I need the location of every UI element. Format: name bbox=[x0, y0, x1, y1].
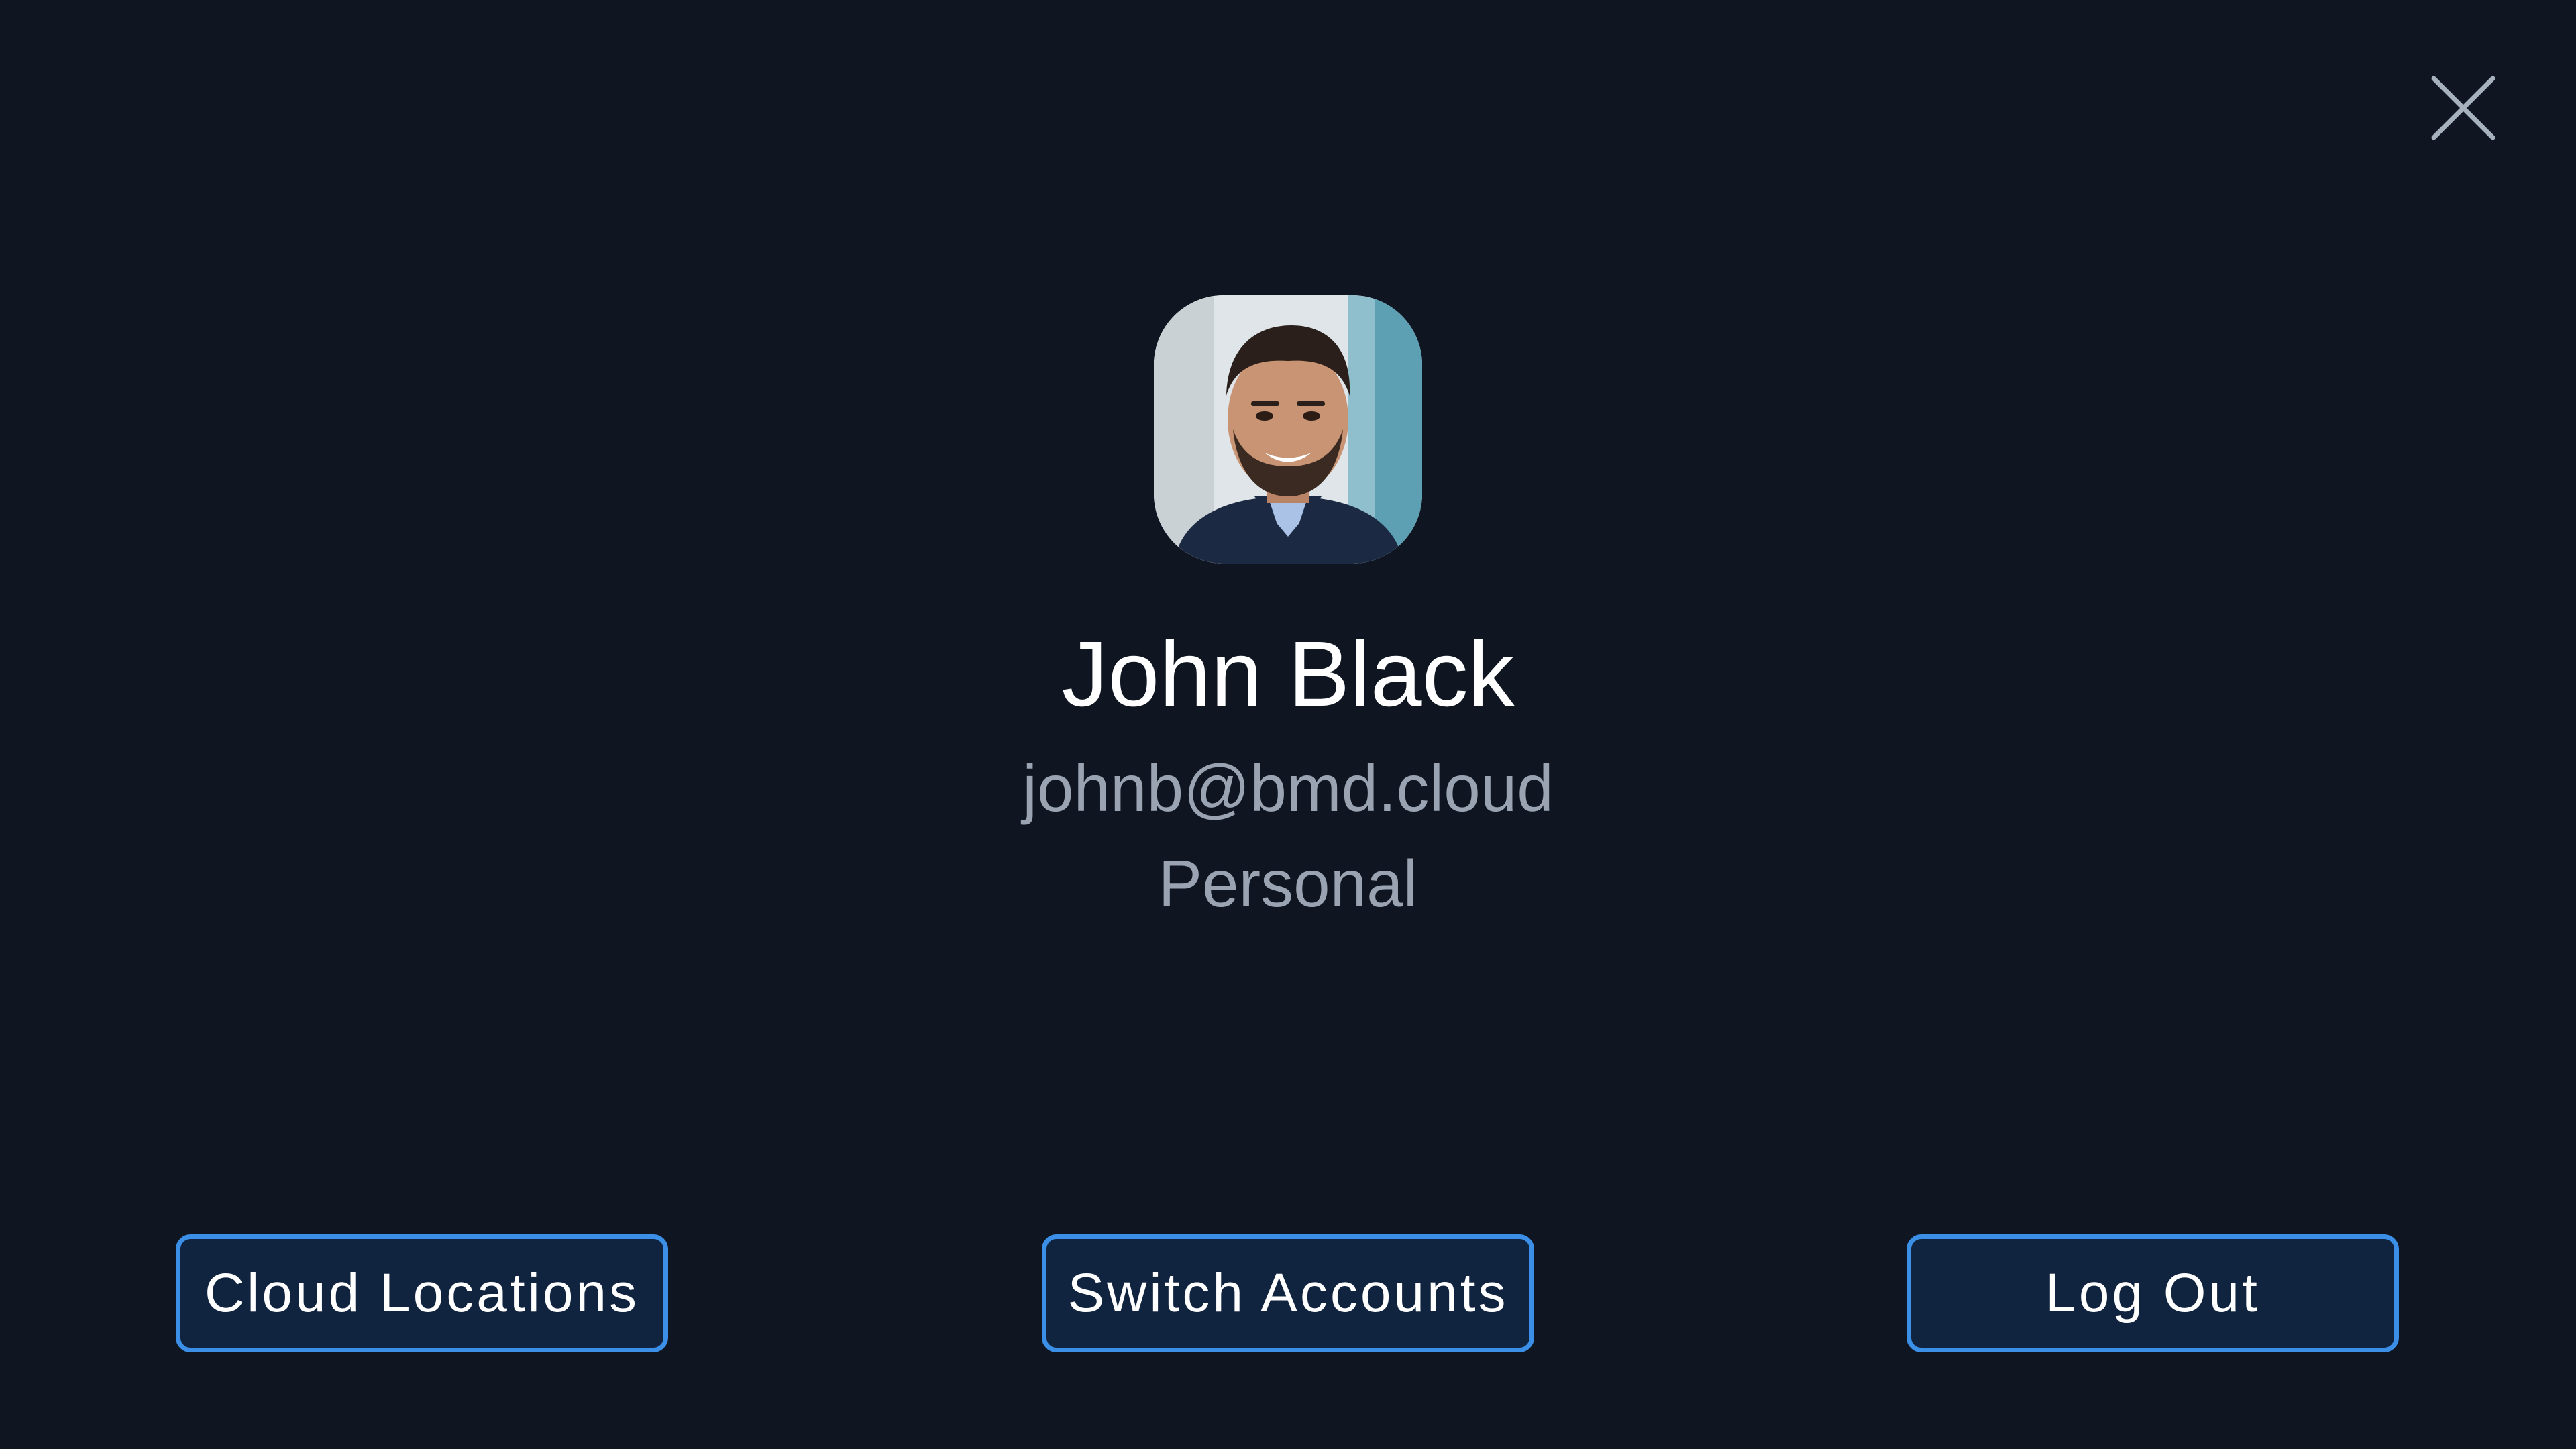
account-type: Personal bbox=[1158, 847, 1418, 920]
avatar bbox=[1154, 295, 1422, 564]
account-screen: John Black johnb@bmd.cloud Personal Clou… bbox=[0, 0, 2576, 1449]
user-photo bbox=[1154, 295, 1422, 564]
user-email: johnb@bmd.cloud bbox=[1022, 751, 1554, 825]
close-icon[interactable] bbox=[2424, 69, 2502, 147]
user-name: John Black bbox=[1061, 623, 1515, 726]
log-out-button[interactable]: Log Out bbox=[1907, 1234, 2399, 1352]
switch-accounts-button[interactable]: Switch Accounts bbox=[1042, 1234, 1534, 1352]
cloud-locations-button[interactable]: Cloud Locations bbox=[176, 1234, 668, 1352]
